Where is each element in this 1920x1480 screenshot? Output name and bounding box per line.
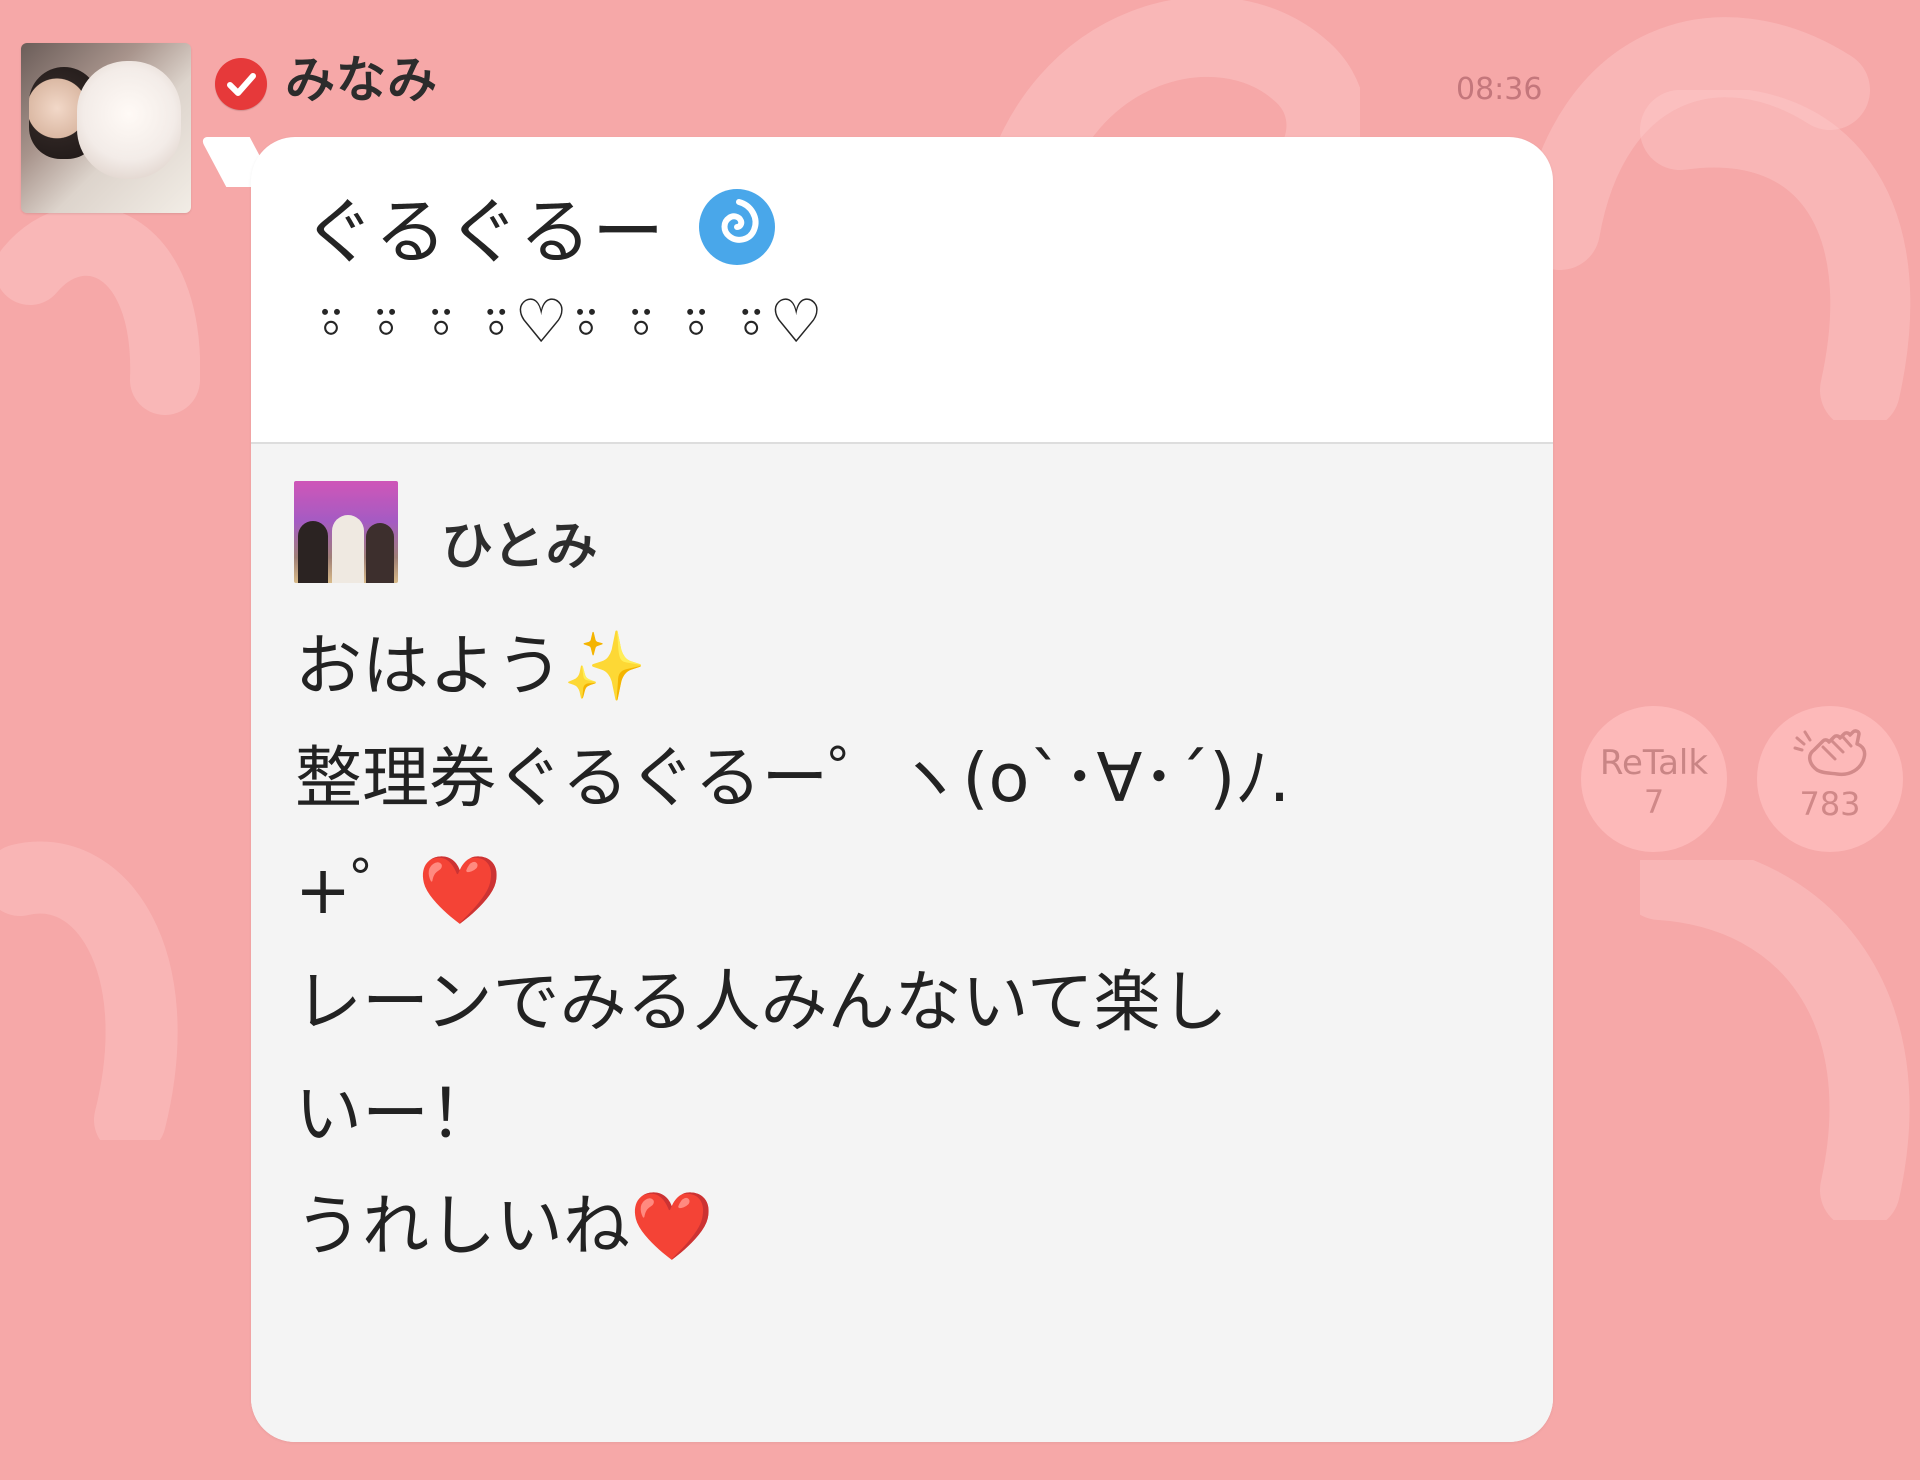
clap-icon: [1787, 726, 1873, 782]
retalk-button[interactable]: ReTalk 7: [1581, 706, 1727, 852]
retalk-label: ReTalk: [1599, 743, 1709, 783]
check-circle-icon: [215, 58, 267, 110]
quoted-post[interactable]: ひとみ おはよう✨ 整理券ぐるぐるー゜ヽ(o`･∀･´)ﾉ. +゜❤️ レーンで…: [251, 444, 1553, 1442]
timestamp: 08:36: [1456, 72, 1543, 107]
message-area: ぐるぐるー ⍤ ⍤ ⍤ ⍤♡⍤ ⍤ ⍤ ⍤♡: [251, 137, 1553, 444]
quoted-text: おはよう✨ 整理券ぐるぐるー゜ヽ(o`･∀･´)ﾉ. +゜❤️ レーンでみる人み…: [295, 627, 1291, 1265]
avatar-person-3: [366, 523, 394, 583]
retalk-count: 7: [1643, 783, 1665, 821]
avatar-person-2: [332, 515, 364, 583]
message-line-2: ⍤ ⍤ ⍤ ⍤♡⍤ ⍤ ⍤ ⍤♡: [313, 287, 824, 357]
message-text-1: ぐるぐるー: [303, 190, 666, 274]
message-line-1: ぐるぐるー: [303, 173, 779, 278]
sender-name[interactable]: みなみ: [285, 40, 438, 112]
avatar-cat: [77, 61, 181, 179]
avatar-person-1: [298, 521, 328, 583]
sender-avatar[interactable]: [21, 43, 191, 213]
quoted-name[interactable]: ひとみ: [441, 504, 598, 579]
quoted-avatar[interactable]: [294, 481, 398, 583]
message-bubble: ぐるぐるー ⍤ ⍤ ⍤ ⍤♡⍤ ⍤ ⍤ ⍤♡ ひとみ おはよう✨ 整理券ぐるぐる…: [251, 137, 1553, 1442]
clap-button[interactable]: 783: [1757, 706, 1903, 852]
swirl-icon: [695, 185, 779, 269]
clap-count: 783: [1799, 785, 1861, 823]
